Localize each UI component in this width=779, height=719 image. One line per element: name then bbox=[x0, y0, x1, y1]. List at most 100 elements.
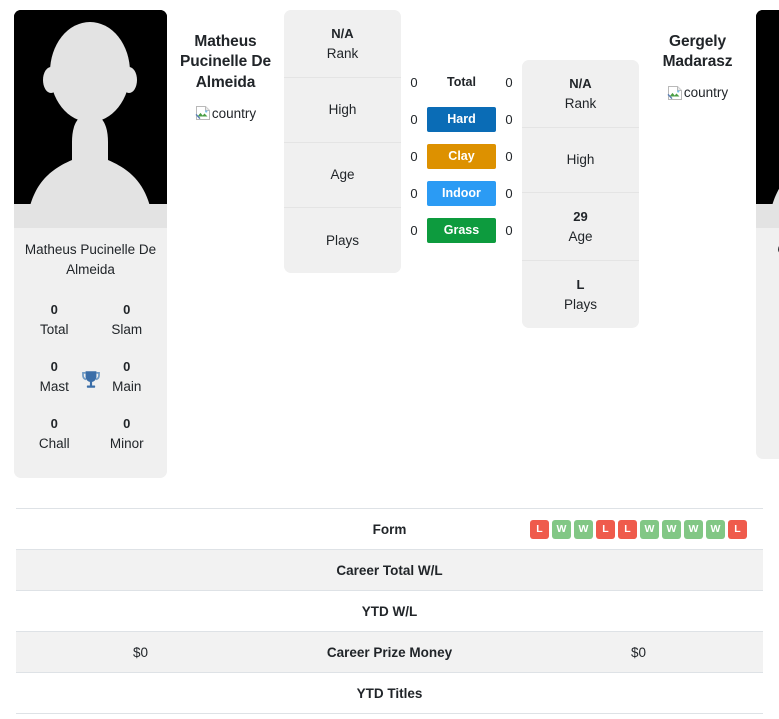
player-card-left: Matheus Pucinelle De Almeida 0 Total 0 S… bbox=[14, 10, 167, 479]
form-badge: W bbox=[640, 519, 659, 539]
stat-label: Total bbox=[762, 300, 779, 320]
surface-row-total: 0 Total 0 bbox=[401, 70, 522, 95]
trophy-icon bbox=[81, 370, 100, 388]
player-card-name-left: Matheus Pucinelle De Almeida bbox=[24, 242, 157, 277]
broken-image-icon bbox=[667, 85, 682, 100]
info-card-right: N/A Rank High 29 Age L Plays bbox=[522, 60, 639, 329]
surface-left-count: 0 bbox=[410, 75, 418, 90]
stat-label: Chall bbox=[38, 435, 70, 451]
ytd-wl-right bbox=[514, 591, 763, 631]
stat-label: Mast bbox=[762, 357, 779, 377]
info-age-left: Age bbox=[284, 143, 401, 209]
form-badge: W bbox=[552, 519, 571, 539]
info-label: High bbox=[328, 102, 357, 118]
stat-value: 0 bbox=[50, 416, 58, 432]
player-title-col-left: Matheus Pucinelle De Almeida country bbox=[167, 10, 284, 126]
info-label: Age bbox=[568, 228, 593, 244]
form-badges-right: LWWLLWWWWL bbox=[530, 519, 747, 539]
ytd-titles-right bbox=[514, 673, 763, 713]
titles-grid-left: 0 Total 0 Slam 0 Mast 0 Main 0 Chall 0 M… bbox=[14, 283, 167, 478]
surface-label-clay: Clay bbox=[427, 144, 496, 169]
stat-minor-left: 0 Minor bbox=[91, 405, 164, 462]
surface-row-indoor: 0 Indoor 0 bbox=[401, 181, 522, 206]
stat-label: Total bbox=[39, 321, 69, 337]
surface-label-total: Total bbox=[447, 75, 476, 89]
info-value: N/A bbox=[331, 26, 354, 41]
surface-right-count: 0 bbox=[505, 186, 513, 201]
table-row-ytd-wl: YTD W/L bbox=[16, 591, 763, 632]
stat-label: Minor bbox=[109, 435, 144, 451]
avatar-silhouette-icon bbox=[14, 10, 167, 228]
avatar-silhouette-icon bbox=[756, 10, 779, 228]
table-row-career-total-wl: Career Total W/L bbox=[16, 550, 763, 591]
info-value: L bbox=[576, 277, 585, 293]
table-row-label: YTD W/L bbox=[361, 603, 418, 619]
player-card-name-right: Gergely Madarasz bbox=[756, 228, 779, 264]
info-high-left: High bbox=[284, 78, 401, 144]
info-label: High bbox=[566, 152, 595, 168]
info-rank-left: N/A Rank bbox=[284, 10, 401, 79]
stat-label: Chall bbox=[762, 414, 779, 434]
country-label: country bbox=[211, 105, 257, 121]
country-right: country bbox=[667, 85, 728, 101]
surface-left-count: 0 bbox=[410, 112, 418, 127]
broken-image-icon bbox=[195, 106, 210, 121]
titles-grid-right: 5 Total 0 Slam 0 Mast 0 Main 0 Chall bbox=[756, 264, 779, 459]
info-rank-right: N/A Rank bbox=[522, 60, 639, 129]
stat-mast-right: 0 Mast bbox=[760, 329, 779, 386]
surface-right-count: 0 bbox=[505, 223, 513, 238]
player-title-col-right: Gergely Madarasz country bbox=[639, 10, 756, 106]
surface-titles-column: 0 Total 0 0 Hard 0 0 Clay 0 0 Indoor 0 0 bbox=[401, 10, 522, 243]
info-value: N/A bbox=[569, 76, 592, 91]
player-photo-left bbox=[14, 10, 167, 228]
surface-row-hard: 0 Hard 0 bbox=[401, 107, 522, 132]
player-title-right: Gergely Madarasz bbox=[662, 33, 733, 71]
form-badge: L bbox=[530, 519, 549, 539]
info-label: Rank bbox=[564, 95, 597, 111]
form-badge: L bbox=[728, 519, 747, 539]
career-total-wl-left bbox=[16, 550, 265, 590]
player-title-left: Matheus Pucinelle De Almeida bbox=[180, 33, 271, 91]
surface-label-indoor: Indoor bbox=[427, 181, 496, 206]
info-value: 29 bbox=[573, 209, 588, 225]
stat-slam-left: 0 Slam bbox=[91, 291, 164, 348]
info-label: Plays bbox=[325, 232, 359, 248]
country-label: country bbox=[683, 85, 729, 101]
info-col-right: N/A Rank High 29 Age L Plays bbox=[522, 10, 639, 329]
info-label: Rank bbox=[326, 45, 359, 61]
form-badge: L bbox=[618, 519, 637, 539]
surface-left-count: 0 bbox=[410, 223, 418, 238]
form-left-cell bbox=[16, 509, 265, 549]
table-row-label: Career Prize Money bbox=[326, 644, 453, 660]
table-row-label: YTD Titles bbox=[356, 685, 423, 701]
info-high-right: High bbox=[522, 128, 639, 194]
surface-row-clay: 0 Clay 0 bbox=[401, 144, 522, 169]
stat-value: 0 bbox=[50, 302, 58, 318]
stat-total-left: 0 Total bbox=[18, 291, 91, 348]
form-badge: W bbox=[574, 519, 593, 539]
info-card-left: N/A Rank High Age Plays bbox=[284, 10, 401, 274]
surface-left-count: 0 bbox=[410, 149, 418, 164]
surface-right-count: 0 bbox=[505, 75, 513, 90]
stat-chall-left: 0 Chall bbox=[18, 405, 91, 462]
stat-value: 5 bbox=[762, 281, 779, 301]
info-age-right: 29 Age bbox=[522, 193, 639, 262]
info-col-left: N/A Rank High Age Plays bbox=[284, 10, 401, 274]
stat-value: 0 bbox=[762, 395, 779, 415]
stat-total-right: 5 Total bbox=[760, 272, 779, 329]
career-prize-money-right: $0 bbox=[630, 644, 647, 660]
surface-label-grass: Grass bbox=[427, 218, 496, 243]
country-left: country bbox=[195, 105, 256, 121]
stat-label: Slam bbox=[111, 321, 143, 337]
form-badge: W bbox=[662, 519, 681, 539]
info-plays-left: Plays bbox=[284, 208, 401, 273]
info-label: Age bbox=[330, 167, 355, 183]
info-plays-right: L Plays bbox=[522, 261, 639, 328]
surface-row-grass: 0 Grass 0 bbox=[401, 218, 522, 243]
stat-chall-right: 0 Chall bbox=[760, 386, 779, 443]
surface-label-hard: Hard bbox=[427, 107, 496, 132]
stat-value: 0 bbox=[123, 302, 131, 318]
surface-left-count: 0 bbox=[410, 186, 418, 201]
compare-header: Matheus Pucinelle De Almeida 0 Total 0 S… bbox=[0, 0, 779, 500]
form-badge: W bbox=[684, 519, 703, 539]
